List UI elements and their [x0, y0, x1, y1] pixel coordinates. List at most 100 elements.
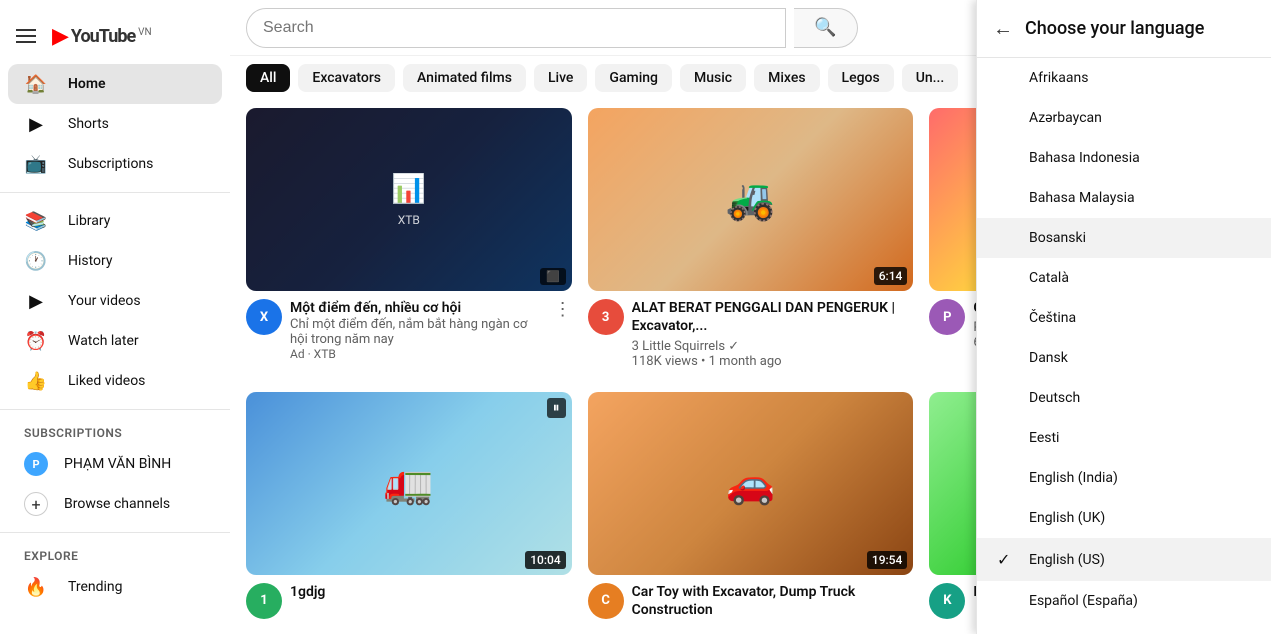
lang-item-bahasa-malaysia[interactable]: Bahasa Malaysia	[977, 178, 1271, 218]
sidebar-divider-1	[0, 192, 230, 193]
lang-item-catala[interactable]: Català	[977, 258, 1271, 298]
filter-chip-excavators[interactable]: Excavators	[298, 64, 395, 92]
sidebar-item-home[interactable]: 🏠 Home	[8, 64, 222, 104]
lang-item-english-india[interactable]: English (India)	[977, 458, 1271, 498]
lang-label-deutsch: Deutsch	[1029, 390, 1080, 406]
filter-chip-music[interactable]: Music	[680, 64, 746, 92]
sidebar-divider-2	[0, 409, 230, 410]
browse-channels-label: Browse channels	[64, 496, 170, 512]
sidebar-item-your-videos-label: Your videos	[68, 293, 141, 309]
lang-item-english-us[interactable]: ✓ English (US)	[977, 538, 1271, 581]
sidebar-item-trending[interactable]: 🔥 Trending	[8, 567, 222, 607]
sidebar-item-library[interactable]: 📚 Library	[8, 201, 222, 241]
channel-avatar-v4: 1	[246, 583, 282, 619]
youtube-logo[interactable]: ▶ YouTube VN	[52, 24, 152, 49]
trending-icon: 🔥	[24, 577, 48, 598]
filter-chip-un[interactable]: Un...	[902, 64, 959, 92]
video-thumbnail-v5: 🚗 19:54	[588, 392, 914, 575]
lang-item-eesti[interactable]: Eesti	[977, 418, 1271, 458]
sidebar-item-shorts[interactable]: ▶ Shorts	[8, 104, 222, 144]
watch-later-icon: ⏰	[24, 331, 48, 352]
sidebar-item-liked-videos-label: Liked videos	[68, 373, 145, 389]
video-meta-v1: X Một điểm đến, nhiều cơ hội Chỉ một điể…	[246, 299, 572, 361]
search-button[interactable]: 🔍	[794, 8, 858, 48]
sidebar-item-home-label: Home	[68, 76, 106, 92]
lang-label-bosanski: Bosanski	[1029, 230, 1086, 246]
language-list: Afrikaans Azərbaycan Bahasa Indonesia Ba…	[977, 58, 1271, 634]
lang-label-azerbaycan: Azərbaycan	[1029, 110, 1102, 126]
sidebar-item-liked-videos[interactable]: 👍 Liked videos	[8, 361, 222, 401]
lang-item-dansk[interactable]: Dansk	[977, 338, 1271, 378]
youtube-region: VN	[138, 27, 152, 38]
filter-chip-gaming[interactable]: Gaming	[595, 64, 672, 92]
liked-videos-icon: 👍	[24, 371, 48, 392]
language-panel-title: Choose your language	[1025, 18, 1204, 39]
channel-avatar-v3: P	[929, 299, 965, 335]
filter-chip-live[interactable]: Live	[534, 64, 587, 92]
video-card-v2[interactable]: 🚜 6:14 3 ALAT BERAT PENGGALI DAN PENGERU…	[588, 108, 914, 376]
lang-label-eesti: Eesti	[1029, 430, 1059, 446]
video-card-v1[interactable]: 📊 XTB ⬛ X Một điểm đến, nhiều cơ hội Chỉ…	[246, 108, 572, 376]
your-videos-icon: ▶	[24, 291, 48, 312]
lang-label-catala: Català	[1029, 270, 1069, 286]
lang-label-cestina: Čeština	[1029, 310, 1076, 326]
lang-label-dansk: Dansk	[1029, 350, 1068, 366]
sidebar-item-your-videos[interactable]: ▶ Your videos	[8, 281, 222, 321]
subscription-pham-van-binh[interactable]: P PHẠM VĂN BÌNH	[8, 444, 222, 484]
filter-chip-animated-films[interactable]: Animated films	[403, 64, 526, 92]
lang-item-cestina[interactable]: Čeština	[977, 298, 1271, 338]
lang-item-bosanski[interactable]: Bosanski	[977, 218, 1271, 258]
lang-item-afrikaans[interactable]: Afrikaans	[977, 58, 1271, 98]
sidebar-item-history[interactable]: 🕐 History	[8, 241, 222, 281]
video-meta-v5: C Car Toy with Excavator, Dump Truck Con…	[588, 583, 914, 619]
video-card-v4[interactable]: 🚛 ⏸ 10:04 1 1gdjg	[246, 392, 572, 627]
sidebar-item-subscriptions[interactable]: 📺 Subscriptions	[8, 144, 222, 184]
hamburger-menu[interactable]	[16, 29, 36, 43]
sidebar-item-shorts-label: Shorts	[68, 116, 109, 132]
sidebar-item-history-label: History	[68, 253, 113, 269]
sidebar-item-library-label: Library	[68, 213, 110, 229]
video-info-v2: ALAT BERAT PENGGALI DAN PENGERUK | Excav…	[632, 299, 914, 368]
search-input[interactable]	[246, 8, 786, 48]
video-meta-v2: 3 ALAT BERAT PENGGALI DAN PENGERUK | Exc…	[588, 299, 914, 368]
duration-badge-v4: 10:04	[525, 551, 565, 569]
sidebar-item-watch-later[interactable]: ⏰ Watch later	[8, 321, 222, 361]
subscriptions-icon: 📺	[24, 154, 48, 175]
home-icon: 🏠	[24, 74, 48, 95]
library-icon: 📚	[24, 211, 48, 232]
browse-channels-item[interactable]: + Browse channels	[8, 484, 222, 524]
filter-chip-legos[interactable]: Legos	[828, 64, 894, 92]
pause-badge-v4: ⏸	[547, 398, 566, 418]
sidebar-divider-3	[0, 532, 230, 533]
video-title-v5: Car Toy with Excavator, Dump Truck Const…	[632, 583, 914, 619]
subscription-avatar: P	[24, 452, 48, 476]
lang-item-espanol-espana[interactable]: Español (España)	[977, 581, 1271, 621]
filter-chip-all[interactable]: All	[246, 64, 290, 92]
channel-avatar-v5: C	[588, 583, 624, 619]
lang-item-english-uk[interactable]: English (UK)	[977, 498, 1271, 538]
language-panel: ← Choose your language Afrikaans Azərbay…	[976, 0, 1271, 634]
duration-badge-v5: 19:54	[867, 551, 907, 569]
channel-avatar-v1: X	[246, 299, 282, 335]
language-back-button[interactable]: ←	[993, 16, 1013, 41]
video-thumbnail-v4: 🚛 ⏸ 10:04	[246, 392, 572, 575]
lang-label-english-us: English (US)	[1029, 552, 1105, 568]
video-title-v2: ALAT BERAT PENGGALI DAN PENGERUK | Excav…	[632, 299, 914, 335]
subscription-name: PHẠM VĂN BÌNH	[64, 456, 171, 472]
explore-section-label: EXPLORE	[0, 541, 230, 567]
lang-item-azerbaycan[interactable]: Azərbaycan	[977, 98, 1271, 138]
video-description-v1: Chỉ một điểm đến, nắm bắt hàng ngàn cơ h…	[290, 317, 546, 347]
verified-badge-v2: ✓	[728, 339, 739, 354]
video-card-v5[interactable]: 🚗 19:54 C Car Toy with Excavator, Dump T…	[588, 392, 914, 627]
subscriptions-section-label: SUBSCRIPTIONS	[0, 418, 230, 444]
sidebar-item-watch-later-label: Watch later	[68, 333, 139, 349]
lang-label-english-india: English (India)	[1029, 470, 1118, 486]
lang-item-bahasa-indonesia[interactable]: Bahasa Indonesia	[977, 138, 1271, 178]
channel-avatar-v6: K	[929, 583, 965, 619]
video-more-button-v1[interactable]: ⋮	[554, 299, 572, 320]
lang-item-deutsch[interactable]: Deutsch	[977, 378, 1271, 418]
filter-chip-mixes[interactable]: Mixes	[754, 64, 819, 92]
video-ad-label-v1: Ad · XTB	[290, 347, 546, 361]
video-info-v5: Car Toy with Excavator, Dump Truck Const…	[632, 583, 914, 619]
lang-label-espanol-espana: Español (España)	[1029, 593, 1138, 609]
